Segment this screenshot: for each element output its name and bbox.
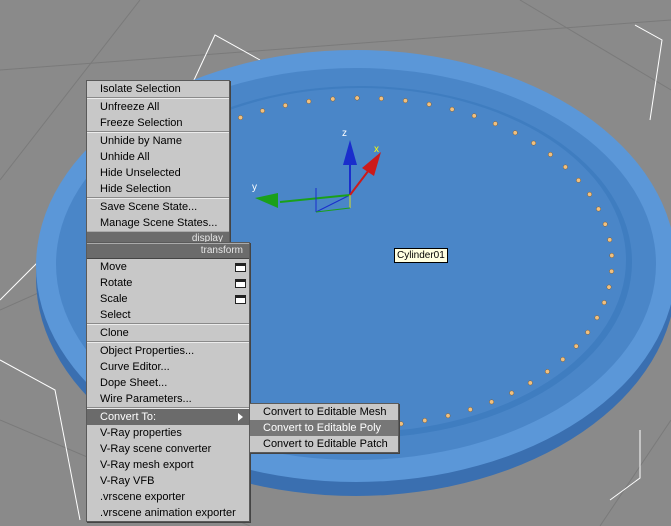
rim-stud: [402, 98, 408, 104]
rim-stud: [467, 407, 473, 412]
menu-item-hide-unselected[interactable]: Hide Unselected: [87, 165, 229, 181]
menu-item-scale[interactable]: Scale: [87, 291, 249, 307]
quad-menu-display: Isolate Selection Unfreeze All Freeze Se…: [86, 80, 230, 248]
rim-stud: [594, 315, 600, 321]
menu-item-vray-vfb[interactable]: V-Ray VFB: [87, 473, 249, 489]
rim-stud: [544, 369, 550, 375]
rim-stud: [587, 191, 593, 197]
rim-stud: [445, 413, 451, 419]
menu-item-rotate[interactable]: Rotate: [87, 275, 249, 291]
rim-stud: [398, 421, 404, 427]
rim-stud: [330, 96, 336, 102]
menu-item-vray-properties[interactable]: V-Ray properties: [87, 425, 249, 441]
rim-stud: [547, 152, 553, 157]
menu-item-wire-parameters[interactable]: Wire Parameters...: [87, 391, 249, 407]
menu-item-label: Convert To:: [100, 411, 157, 423]
rim-stud: [527, 380, 533, 386]
rim-stud: [596, 206, 601, 212]
menu-item-vray-scene-converter[interactable]: V-Ray scene converter: [87, 441, 249, 457]
menu-item-move[interactable]: Move: [87, 259, 249, 275]
menu-item-label: Move: [100, 261, 127, 273]
quad-menu-transform: transform Move Rotate Scale Select Clone…: [86, 242, 250, 522]
menu-item-object-properties[interactable]: Object Properties...: [87, 343, 249, 359]
x-axis-label: x: [374, 144, 379, 155]
submenu-arrow-icon: [238, 413, 243, 421]
convert-to-submenu: Convert to Editable Mesh Convert to Edit…: [249, 403, 399, 453]
rim-stud: [609, 253, 615, 258]
rim-stud: [560, 356, 566, 362]
rim-stud: [609, 268, 615, 274]
z-axis-label: z: [342, 128, 347, 139]
y-axis-label: y: [252, 182, 257, 193]
rim-stud: [573, 343, 579, 349]
rim-stud: [282, 102, 288, 108]
rim-stud: [607, 237, 613, 243]
menu-item-dope-sheet[interactable]: Dope Sheet...: [87, 375, 249, 391]
menu-item-label: Scale: [100, 293, 128, 305]
rim-stud: [576, 177, 581, 183]
menu-item-label: Rotate: [100, 277, 133, 289]
menu-item-freeze-selection[interactable]: Freeze Selection: [87, 115, 229, 131]
rim-stud: [509, 390, 515, 396]
menu-item-convert-editable-mesh[interactable]: Convert to Editable Mesh: [250, 404, 398, 420]
rim-stud: [238, 115, 243, 121]
rim-stud: [471, 113, 477, 119]
menu-item-convert-to[interactable]: Convert To:: [87, 409, 249, 425]
rim-stud: [426, 101, 432, 107]
menu-item-unhide-all[interactable]: Unhide All: [87, 149, 229, 165]
rim-stud: [489, 399, 495, 405]
menu-item-vrscene-exporter[interactable]: .vrscene exporter: [87, 489, 249, 505]
object-name-tooltip: Cylinder01: [394, 248, 448, 263]
menu-item-convert-editable-poly[interactable]: Convert to Editable Poly: [250, 420, 398, 436]
rim-stud: [306, 98, 312, 104]
rim-stud: [562, 164, 568, 170]
menu-item-unhide-by-name[interactable]: Unhide by Name: [87, 133, 229, 149]
rim-stud: [422, 418, 428, 423]
rim-stud: [492, 121, 498, 127]
menu-item-vray-mesh-export[interactable]: V-Ray mesh export: [87, 457, 249, 473]
rim-stud: [378, 96, 384, 102]
rim-stud: [354, 95, 360, 101]
menu-item-isolate-selection[interactable]: Isolate Selection: [87, 81, 229, 97]
rim-stud: [531, 140, 537, 146]
menu-header-transform: transform: [87, 243, 249, 259]
menu-item-clone[interactable]: Clone: [87, 325, 249, 341]
menu-item-vrscene-animation-exporter[interactable]: .vrscene animation exporter: [87, 505, 249, 521]
settings-box-icon[interactable]: [235, 295, 246, 304]
menu-item-curve-editor[interactable]: Curve Editor...: [87, 359, 249, 375]
menu-item-hide-selection[interactable]: Hide Selection: [87, 181, 229, 197]
rim-stud: [601, 300, 607, 306]
rim-stud: [585, 329, 591, 335]
menu-item-unfreeze-all[interactable]: Unfreeze All: [87, 99, 229, 115]
menu-item-manage-scene-states[interactable]: Manage Scene States...: [87, 215, 229, 231]
settings-box-icon[interactable]: [235, 263, 246, 272]
rim-stud: [449, 106, 455, 112]
menu-item-select[interactable]: Select: [87, 307, 249, 323]
menu-item-save-scene-state[interactable]: Save Scene State...: [87, 199, 229, 215]
rim-stud: [512, 130, 518, 136]
menu-item-convert-editable-patch[interactable]: Convert to Editable Patch: [250, 436, 398, 452]
rim-stud: [260, 108, 265, 114]
rim-stud: [606, 284, 612, 290]
rim-stud: [602, 221, 608, 227]
settings-box-icon[interactable]: [235, 279, 246, 288]
